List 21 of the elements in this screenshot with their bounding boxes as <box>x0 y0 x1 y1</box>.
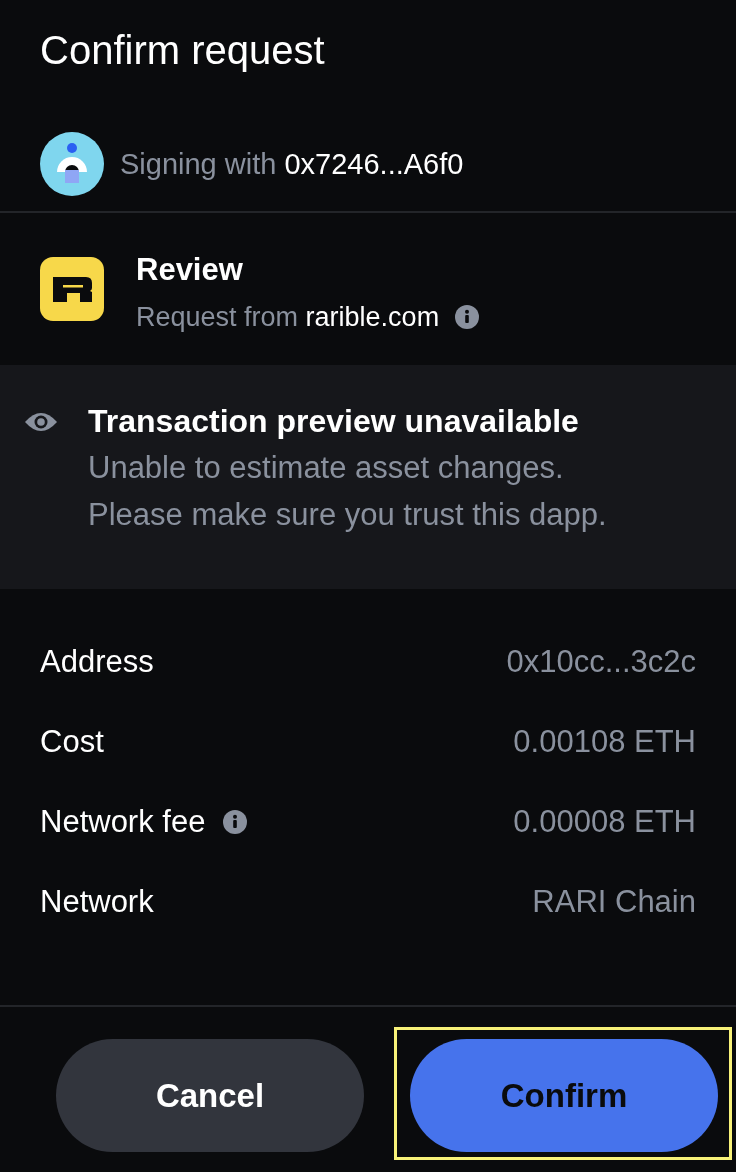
detail-label: Network <box>40 884 154 920</box>
logo-icon <box>40 257 104 321</box>
eye-icon <box>24 411 58 433</box>
detail-value: 0x10cc...3c2c <box>506 644 696 680</box>
request-origin-text: Request from rarible.com <box>136 301 440 333</box>
detail-value: 0.00108 ETH <box>513 724 696 760</box>
info-icon[interactable] <box>223 810 248 834</box>
detail-label: Network fee <box>40 804 206 840</box>
info-icon[interactable] <box>455 305 480 329</box>
preview-message: Unable to estimate asset changes. Please make sure you trust this dapp. <box>88 449 607 534</box>
review-title: Review <box>136 252 243 288</box>
detail-label: Cost <box>40 724 104 760</box>
confirm-button[interactable]: Confirm <box>410 1039 718 1152</box>
detail-value: 0.00008 ETH <box>513 804 696 840</box>
detail-value: RARI Chain <box>532 884 696 920</box>
detail-label: Address <box>40 644 154 680</box>
cancel-button[interactable]: Cancel <box>56 1039 364 1152</box>
dialog-title: Confirm request <box>40 27 325 74</box>
avatar-icon <box>40 131 104 196</box>
preview-title: Transaction preview unavailable <box>88 402 579 440</box>
signing-account-text: Signing with 0x7246...A6f0 <box>120 146 464 181</box>
